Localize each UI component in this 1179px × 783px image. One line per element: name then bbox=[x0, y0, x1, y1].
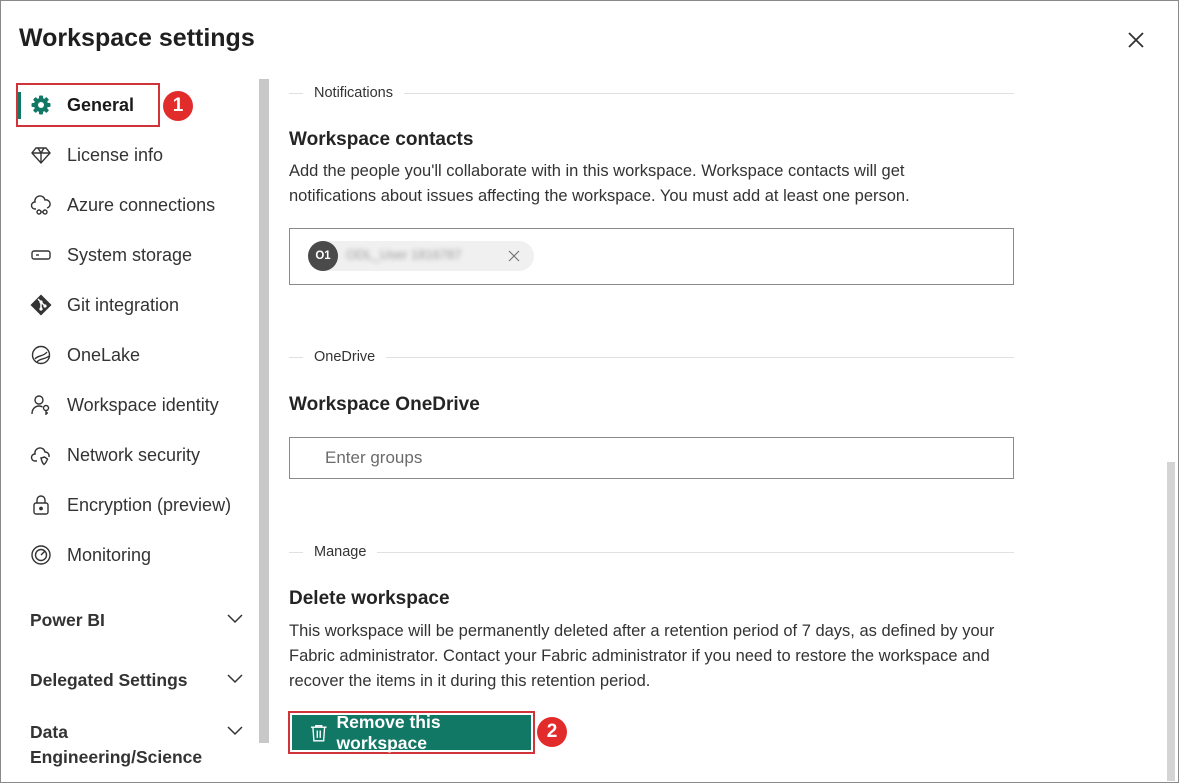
sidebar-item-onelake[interactable]: OneLake bbox=[18, 335, 238, 375]
divider-onedrive: OneDrive bbox=[289, 347, 1014, 367]
highlight-remove: Remove this workspace bbox=[288, 711, 535, 754]
delete-workspace-heading: Delete workspace bbox=[289, 588, 450, 609]
diamond-icon bbox=[30, 144, 52, 166]
lock-icon bbox=[30, 494, 52, 516]
section-power-bi[interactable]: Power BI bbox=[30, 608, 245, 634]
divider-label: Notifications bbox=[303, 83, 404, 103]
sidebar-item-network-security[interactable]: Network security bbox=[18, 435, 238, 475]
cloud-link-icon bbox=[30, 194, 52, 216]
sidebar-item-label: Encryption (preview) bbox=[67, 494, 232, 515]
sidebar-item-system-storage[interactable]: System storage bbox=[18, 235, 238, 275]
gauge-icon bbox=[30, 544, 52, 566]
contacts-picker[interactable]: O1 ODL_User 1816787 bbox=[289, 228, 1014, 285]
cloud-shield-icon bbox=[30, 444, 52, 466]
dialog-title: Workspace settings bbox=[19, 24, 255, 52]
avatar: O1 bbox=[308, 241, 338, 271]
git-icon bbox=[30, 294, 52, 316]
sidebar-item-encryption[interactable]: Encryption (preview) bbox=[18, 485, 238, 525]
section-label: Delegated Settings bbox=[30, 670, 188, 690]
remove-workspace-button[interactable]: Remove this workspace bbox=[292, 712, 531, 753]
contact-chip: O1 ODL_User 1816787 bbox=[308, 241, 534, 271]
sidebar-item-label: License info bbox=[67, 144, 164, 165]
remove-contact-icon[interactable] bbox=[507, 249, 521, 263]
divider-notifications: Notifications bbox=[289, 83, 1014, 103]
sidebar-item-label: System storage bbox=[67, 244, 193, 265]
divider-manage: Manage bbox=[289, 542, 1014, 562]
sidebar-item-label: Workspace identity bbox=[67, 394, 219, 415]
sidebar-item-label: Monitoring bbox=[67, 544, 152, 565]
sidebar-item-label: Azure connections bbox=[67, 194, 216, 215]
step-badge-1: 1 bbox=[163, 91, 193, 121]
identity-key-icon bbox=[30, 394, 52, 416]
contact-name: ODL_User 1816787 bbox=[346, 247, 462, 262]
sidebar-item-label: Network security bbox=[67, 444, 201, 465]
delete-workspace-description: This workspace will be permanently delet… bbox=[289, 622, 995, 690]
remove-workspace-label: Remove this workspace bbox=[336, 711, 441, 753]
sidebar-item-git-integration[interactable]: Git integration bbox=[18, 285, 238, 325]
chevron-down-icon bbox=[227, 726, 243, 736]
section-delegated-settings[interactable]: Delegated Settings bbox=[30, 668, 245, 694]
trash-icon bbox=[310, 724, 327, 741]
chevron-down-icon bbox=[227, 674, 243, 684]
close-icon[interactable] bbox=[1124, 28, 1148, 52]
workspace-contacts-description: Add the people you'll collaborate with i… bbox=[289, 162, 910, 205]
section-data-engineering[interactable]: Data Engineering/Science bbox=[30, 720, 245, 770]
enter-groups-input[interactable] bbox=[289, 437, 1014, 479]
step-badge-2: 2 bbox=[537, 717, 567, 747]
storage-icon bbox=[30, 244, 52, 266]
section-label: Data Engineering/Science bbox=[30, 722, 203, 767]
divider-label: Manage bbox=[303, 542, 378, 562]
highlight-general bbox=[16, 83, 160, 127]
sidebar-item-label: Git integration bbox=[67, 294, 180, 315]
sidebar-item-azure-connections[interactable]: Azure connections bbox=[18, 185, 238, 225]
sidebar-item-monitoring[interactable]: Monitoring bbox=[18, 535, 238, 575]
sidebar-scrollbar[interactable] bbox=[259, 79, 269, 743]
chevron-down-icon bbox=[227, 614, 243, 624]
content-scrollbar[interactable] bbox=[1167, 462, 1175, 781]
sidebar-item-label: OneLake bbox=[67, 344, 141, 365]
workspace-contacts-heading: Workspace contacts bbox=[289, 129, 474, 150]
sidebar-item-license-info[interactable]: License info bbox=[18, 135, 238, 175]
onelake-icon bbox=[30, 344, 52, 366]
sidebar-item-workspace-identity[interactable]: Workspace identity bbox=[18, 385, 238, 425]
section-label: Power BI bbox=[30, 610, 105, 630]
divider-label: OneDrive bbox=[303, 347, 387, 367]
workspace-onedrive-heading: Workspace OneDrive bbox=[289, 394, 480, 415]
